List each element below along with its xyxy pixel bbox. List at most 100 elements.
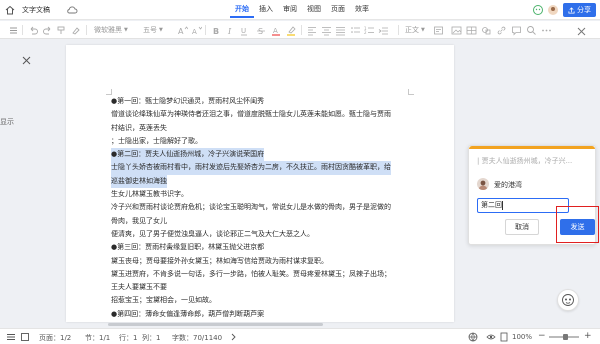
redo-icon[interactable] <box>42 24 53 36</box>
indent-icon[interactable] <box>378 24 389 36</box>
chevron-down-icon: ▼ <box>421 27 425 33</box>
align-left-icon[interactable] <box>307 24 318 36</box>
zoom-in-button[interactable]: + <box>584 331 592 341</box>
home-icon[interactable] <box>5 5 15 15</box>
undo-icon[interactable] <box>28 24 39 36</box>
cloud-sync-icon[interactable] <box>66 5 78 15</box>
toolbar-divider <box>86 25 87 35</box>
insert-shape-icon[interactable] <box>481 24 492 36</box>
document-line[interactable]: 王夫人要黛玉不要 <box>111 281 416 294</box>
menu-tabs: 开始 插入 审阅 视图 页面 效率 <box>230 4 374 18</box>
globe-icon[interactable] <box>468 332 478 342</box>
comment-icon[interactable] <box>511 24 522 36</box>
document-line[interactable]: 招惹宝玉；宝黛相会，一见如故。 <box>111 294 416 307</box>
document-line[interactable]: 冷子兴和贾雨村谈论贾府危机；谈论宝玉聪明淘气，常说女儿是水做的骨肉，男子是泥做的 <box>111 201 416 214</box>
tab-view[interactable]: 视图 <box>302 4 326 18</box>
document-line[interactable]: ●第一回：甄士隐梦幻识通灵，贾雨村风尘怀闺秀 <box>111 95 416 108</box>
more-icon[interactable] <box>541 24 552 36</box>
line-text: ●第一回：甄士隐梦幻识通灵，贾雨村风尘怀闺秀 <box>111 97 265 105</box>
document-line[interactable]: ●第四回：薄命女偏逢薄命郎，葫芦僧判断葫芦案 <box>111 308 416 321</box>
document-page[interactable]: ●第一回：甄士隐梦幻识通灵，贾雨村风尘怀闺秀僧道谈论绛珠仙草为神瑛侍者还泪之事，… <box>66 45 454 322</box>
document-line[interactable]: 黛玉进贾府，不肯多说一句话，多行一步路，怕被人耻笑。贾母疼爱林黛玉；凤辣子出场； <box>111 268 416 281</box>
highlight-color-icon[interactable] <box>286 24 297 36</box>
cancel-button[interactable]: 取消 <box>505 219 539 235</box>
clear-format-icon[interactable] <box>70 24 81 36</box>
insert-table-icon[interactable] <box>466 24 477 36</box>
numbered-list-icon[interactable]: 12 <box>364 24 375 36</box>
page-indicator[interactable]: 页面：1/2 <box>39 333 71 343</box>
font-size-dropdown[interactable]: 五号 ▼ <box>143 24 163 36</box>
close-comments-icon[interactable] <box>577 27 586 36</box>
outline-panel: 显示 <box>0 40 50 322</box>
font-shrink-icon[interactable]: A <box>191 24 202 36</box>
font-grow-icon[interactable]: A <box>177 24 188 36</box>
title-bar: 文字文稿 开始 插入 审阅 视图 页面 效率 分享 <box>0 0 600 20</box>
document-line[interactable]: 僧道谈论绛珠仙草为神瑛侍者还泪之事，僧道度脱甄士隐女儿英莲未能如愿。甄士隐与贾雨 <box>111 108 416 121</box>
share-icon <box>568 6 575 14</box>
list-icon[interactable] <box>8 24 19 36</box>
font-color-icon[interactable]: A <box>271 24 282 36</box>
find-icon[interactable] <box>526 24 537 36</box>
bookmark-icon[interactable] <box>20 332 30 342</box>
section-indicator: 节：1/1 <box>85 334 111 342</box>
page-view-icon[interactable] <box>499 332 509 342</box>
line-text: 王夫人要黛玉不要 <box>111 283 167 292</box>
document-line[interactable]: ；士隐出家，士隐解好了歌。 <box>111 135 416 148</box>
italic-icon[interactable]: I <box>225 24 236 36</box>
sidebar-toggle-icon[interactable] <box>6 332 16 342</box>
share-button[interactable]: 分享 <box>563 3 596 17</box>
style-set-icon[interactable] <box>433 24 444 36</box>
avatar <box>477 178 489 190</box>
tab-insert[interactable]: 插入 <box>254 4 278 18</box>
text-cursor <box>502 200 503 210</box>
status-bar: 页面：1/2 节：1/1 行：1 列：1 字数：70/1140 100% − + <box>0 328 600 344</box>
zoom-level[interactable]: 100% <box>512 333 532 341</box>
share-label: 分享 <box>577 6 591 14</box>
insert-link-icon[interactable] <box>496 24 507 36</box>
highlighted-text: 巡盐御史林如海独 <box>111 174 167 189</box>
strikethrough-icon[interactable]: S <box>256 24 267 36</box>
align-center-icon[interactable] <box>321 24 332 36</box>
bold-icon[interactable]: B <box>211 24 222 36</box>
tab-page[interactable]: 页面 <box>326 4 350 18</box>
document-body[interactable]: ●第一回：甄士隐梦幻识通灵，贾雨村风尘怀闺秀僧道谈论绛珠仙草为神瑛侍者还泪之事，… <box>111 95 416 321</box>
paragraph-style-dropdown[interactable]: 正文 ▼ <box>405 24 425 36</box>
tab-review[interactable]: 审阅 <box>278 4 302 18</box>
document-line[interactable]: 村结识，英莲丢失 <box>111 122 416 135</box>
close-icon[interactable] <box>22 56 31 65</box>
document-line[interactable]: 骨肉，我见了女儿 <box>111 215 416 228</box>
document-line[interactable]: 生女儿林黛玉教书识字。 <box>111 188 416 201</box>
chevron-right-icon[interactable] <box>228 332 238 342</box>
avatar-icon[interactable] <box>547 4 559 16</box>
scrollbar-thumb[interactable] <box>108 323 323 326</box>
format-painter-icon[interactable] <box>56 24 67 36</box>
tab-efficiency[interactable]: 效率 <box>350 4 374 18</box>
align-justify-icon[interactable] <box>335 24 346 36</box>
ai-assistant-icon[interactable] <box>532 4 544 16</box>
document-line[interactable]: 巡盐御史林如海独 <box>111 174 416 189</box>
zoom-slider-handle[interactable] <box>563 334 568 340</box>
document-line[interactable]: 黛玉丧母；贾母要接外孙女黛玉；林如海写信给贾政为雨村谋求复职。 <box>111 255 416 268</box>
tab-home[interactable]: 开始 <box>230 4 254 18</box>
svg-text:B: B <box>213 27 219 36</box>
underline-icon[interactable]: U <box>239 24 250 36</box>
highlighted-text: 士隐丫头娇杏被雨村看中，雨村发迹后先娶娇杏为二房，不久扶正。雨村因贪酷被革职，给 <box>111 161 391 175</box>
document-line[interactable]: ●第三回：贾雨村夤缘复旧职，林黛玉抛父进京都 <box>111 241 416 254</box>
word-count[interactable]: 字数：70/1140 <box>172 333 222 343</box>
eye-icon[interactable] <box>486 332 496 342</box>
svg-text:A: A <box>273 27 278 35</box>
document-line[interactable]: ●第二回：贾夫人仙逝扬州城，冷子兴演说荣国府 <box>111 148 416 162</box>
insert-image-icon[interactable] <box>451 24 462 36</box>
line-text: ；士隐出家，士隐解好了歌。 <box>111 136 202 145</box>
line-text: 黛玉丧母；贾母要接外孙女黛玉；林如海写信给贾政为雨村谋求复职。 <box>111 256 328 265</box>
document-line[interactable]: 便清爽，见了男子便觉浊臭逼人，谈论邪正二气及大仁大恶之人。 <box>111 228 416 241</box>
font-family-dropdown[interactable]: 微软雅黑 ▼ <box>94 24 128 36</box>
bullet-list-icon[interactable] <box>350 24 361 36</box>
zoom-out-button[interactable]: − <box>538 331 546 341</box>
toolbar-divider <box>398 25 399 35</box>
formatting-toolbar: 微软雅黑 ▼ 五号 ▼ A A B I U S A 12 正文 ▼ <box>0 21 600 39</box>
app-title: 文字文稿 <box>22 6 50 14</box>
horizontal-scrollbar[interactable] <box>66 322 454 327</box>
document-line[interactable]: 士隐丫头娇杏被雨村看中，雨村发迹后先娶娇杏为二房，不久扶正。雨村因贪酷被革职，给 <box>111 161 416 175</box>
assistant-button[interactable] <box>557 289 579 311</box>
